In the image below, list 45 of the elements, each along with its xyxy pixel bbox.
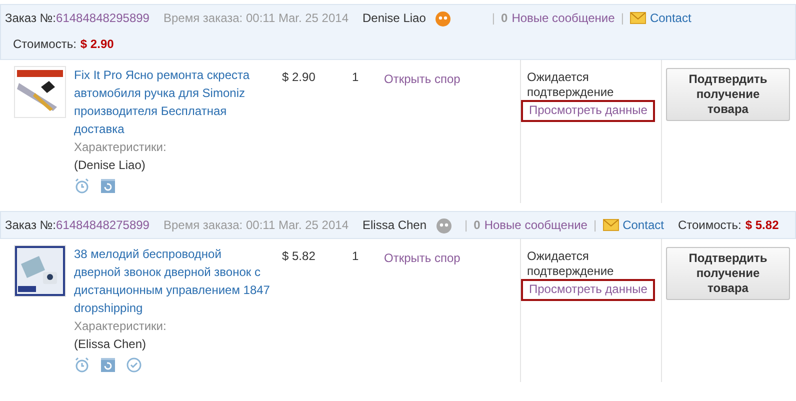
order-number: 61484848295899 [56,11,150,25]
specs-value: (Elissa Chen) [74,336,148,353]
contact-link[interactable]: Contact [622,218,664,232]
order-label: Заказ №: [5,218,56,232]
confirm-receipt-button[interactable]: Подтвердить получение товара [666,247,790,300]
item-quantity: 1 [352,69,359,84]
specs-label: Характеристики: [74,139,168,156]
order-status: Ожидается подтверждение [527,249,615,279]
separator: | [593,218,597,232]
envelope-icon [630,12,646,24]
order-status: Ожидается подтверждение [527,70,615,100]
seller-name: Denise Liao [362,11,426,25]
contact-link[interactable]: Contact [650,11,692,25]
item-price: $ 5.82 [282,248,316,263]
cost-label: Стоимость: [13,37,76,51]
alarm-clock-icon[interactable] [74,357,90,373]
open-dispute-link[interactable]: Открыть спор [384,60,460,86]
item-price: $ 2.90 [282,69,316,84]
specs-label: Характеристики: [74,318,168,335]
seller-name: Elissa Chen [362,218,427,232]
specs-value: (Denise Liao) [74,157,146,174]
order-cost: $ 5.82 [745,218,779,232]
envelope-icon [602,219,619,231]
item-quantity: 1 [352,248,359,263]
order-time: Время заказа: 00:11 Mar. 25 2014 [163,11,348,25]
check-circle-icon[interactable] [126,357,142,373]
product-title-link[interactable]: Fix It Pro Ясно ремонта скреста автомобиля ручка для Simoniz производителя Бесплатная доставка [74,66,270,138]
order-time: Время заказа: 00:11 Mar. 25 2014 [163,218,348,232]
refresh-icon[interactable] [100,178,116,194]
refresh-icon[interactable] [100,357,116,373]
view-details-link[interactable]: Просмотреть данные [521,100,656,122]
product-title-link[interactable]: 38 мелодий беспроводной дверной звонок дверной звонок с дистанционным управлением 1847 dropshipping [74,245,270,317]
order-label: Заказ №: [5,11,56,25]
separator: | [620,11,624,25]
separator: | [464,218,468,232]
separator: | [492,11,495,25]
new-messages-link[interactable]: 0 Новые сообщение [474,218,588,232]
alarm-clock-icon[interactable] [74,178,90,194]
order-number: 61484848275899 [56,218,150,232]
confirm-receipt-button[interactable]: Подтвердить получение товара [666,68,790,121]
new-messages-link[interactable]: 0 Новые сообщение [501,11,615,25]
open-dispute-link[interactable]: Открыть спор [384,239,460,265]
order-cost: $ 2.90 [80,37,114,51]
cost-label: Стоимость: [678,218,742,232]
view-details-link[interactable]: Просмотреть данные [521,279,656,301]
